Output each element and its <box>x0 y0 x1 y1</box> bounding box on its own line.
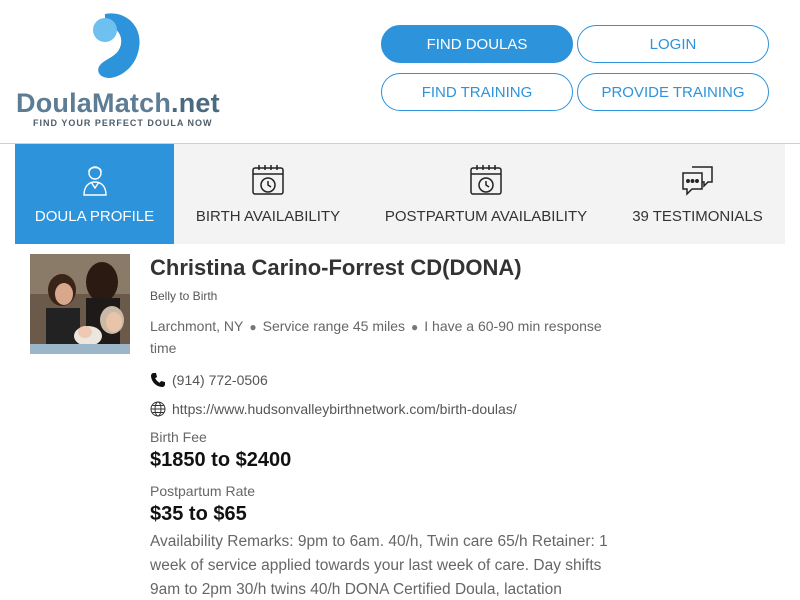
separator-dot: ● <box>411 320 419 334</box>
location: Larchmont, NY <box>150 318 244 334</box>
tab-label: BIRTH AVAILABILITY <box>195 208 341 225</box>
website-link[interactable]: https://www.hudsonvalleybirthnetwork.com… <box>172 401 517 417</box>
birth-fee-value: $1850 to $2400 <box>150 449 292 471</box>
service-range: Service range 45 miles <box>262 318 406 334</box>
find-training-button[interactable]: FIND TRAINING <box>381 73 573 111</box>
doula-name: Christina Carino-Forrest CD(DONA) <box>150 255 522 280</box>
doula-meta: Larchmont, NY ● Service range 45 miles ● I h… <box>150 316 620 359</box>
logo-mark-icon <box>93 13 140 79</box>
separator-dot: ● <box>249 320 257 334</box>
provide-training-button[interactable]: PROVIDE TRAINING <box>577 73 769 111</box>
phone-number[interactable]: (914) 772-0506 <box>172 372 268 388</box>
logo-text: DoulaMatch.net <box>16 88 220 118</box>
tab-testimonials[interactable]: 39 TESTIMONIALS <box>610 144 785 244</box>
site-header: DoulaMatch.net FIND YOUR PERFECT DOULA N… <box>0 0 800 144</box>
globe-icon <box>150 401 166 417</box>
tab-label: DOULA PROFILE <box>34 208 155 225</box>
tagline: FIND YOUR PERFECT DOULA NOW <box>33 118 213 128</box>
profile-tabs: DOULA PROFILE BIRTH AVAILABILITY POSTPAR… <box>15 144 785 244</box>
doula-photo <box>30 254 130 354</box>
postpartum-rate-label: Postpartum Rate <box>150 483 256 499</box>
calendar-clock-icon <box>470 165 502 195</box>
find-doulas-button[interactable]: FIND DOULAS <box>381 25 573 63</box>
site-logo[interactable]: DoulaMatch.net FIND YOUR PERFECT DOULA N… <box>16 12 226 134</box>
postpartum-rate-value: $35 to $65 <box>150 503 247 525</box>
chat-bubbles-icon <box>681 166 713 196</box>
person-icon <box>82 166 107 196</box>
business-name: Belly to Birth <box>150 289 218 303</box>
tab-label: 39 TESTIMONIALS <box>632 208 763 225</box>
calendar-clock-icon <box>252 165 284 195</box>
login-button[interactable]: LOGIN <box>577 25 769 63</box>
phone-icon <box>151 373 165 387</box>
tab-label: POSTPARTUM AVAILABILITY <box>384 208 588 225</box>
availability-remarks: Availability Remarks: 9pm to 6am. 40/h, … <box>150 533 608 598</box>
birth-fee-label: Birth Fee <box>150 429 207 445</box>
tab-postpartum-availability[interactable]: POSTPARTUM AVAILABILITY <box>362 144 610 244</box>
tab-doula-profile[interactable]: DOULA PROFILE <box>15 144 174 244</box>
phone-row[interactable]: (914) 772-0506 <box>150 372 268 388</box>
website-row[interactable]: https://www.hudsonvalleybirthnetwork.com… <box>150 401 517 417</box>
tab-birth-availability[interactable]: BIRTH AVAILABILITY <box>174 144 362 244</box>
